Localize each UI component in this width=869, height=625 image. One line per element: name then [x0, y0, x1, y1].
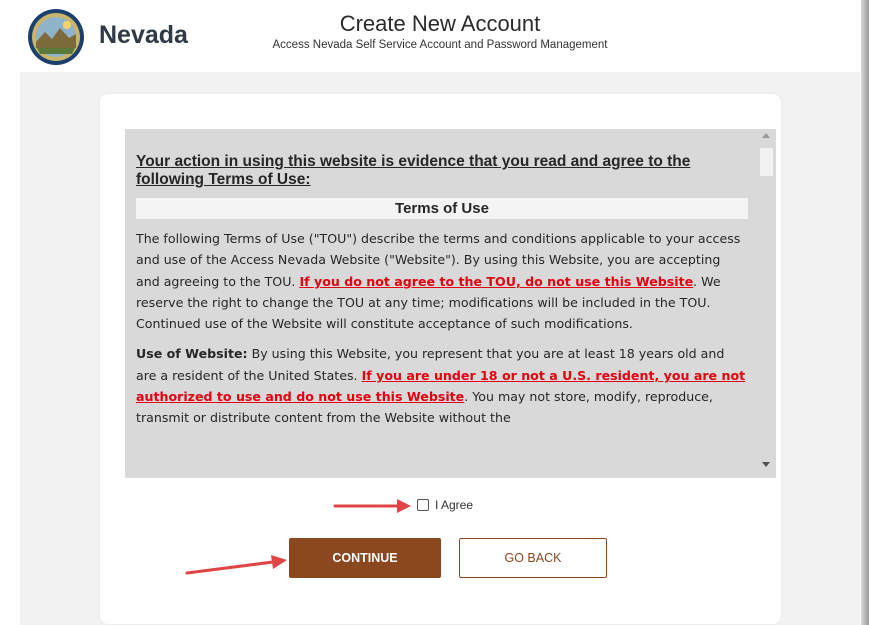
- brand-name: Nevada: [99, 21, 188, 49]
- terms-heading: Terms of Use: [136, 198, 748, 219]
- agree-checkbox[interactable]: [417, 499, 429, 511]
- annotation-arrow-icon: [185, 555, 287, 575]
- page-subtitle: Access Nevada Self Service Account and P…: [272, 39, 608, 51]
- terms-scrollbar[interactable]: [758, 129, 776, 478]
- terms-disagree-link[interactable]: If you do not agree to the TOU, do not u…: [299, 274, 693, 289]
- header: Nevada Create New Account Access Nevada …: [0, 0, 860, 72]
- scroll-up-arrow-icon[interactable]: [762, 133, 770, 138]
- go-back-button[interactable]: GO BACK: [459, 538, 607, 578]
- continue-button[interactable]: CONTINUE: [289, 538, 441, 578]
- terms-lead: Your action in using this website is evi…: [136, 153, 691, 188]
- annotation-arrow-icon: [333, 499, 411, 513]
- title-block: Create New Account Access Nevada Self Se…: [222, 11, 658, 53]
- page-title: Create New Account: [339, 11, 541, 36]
- scroll-thumb[interactable]: [760, 148, 773, 176]
- scroll-down-arrow-icon[interactable]: [762, 462, 770, 467]
- window-edge: [861, 0, 869, 625]
- terms-content: Your action in using this website is evi…: [136, 153, 748, 429]
- use-of-website-label: Use of Website:: [136, 346, 248, 362]
- terms-paragraph-intro: The following Terms of Use ("TOU") descr…: [136, 231, 741, 332]
- terms-paragraph-use: Use of Website: By using this Website, y…: [136, 346, 746, 426]
- terms-of-use-scroll-box[interactable]: Your action in using this website is evi…: [125, 129, 776, 478]
- agree-row: I Agree: [417, 498, 473, 512]
- agree-label[interactable]: I Agree: [435, 498, 473, 512]
- nevada-seal-logo: [28, 9, 84, 65]
